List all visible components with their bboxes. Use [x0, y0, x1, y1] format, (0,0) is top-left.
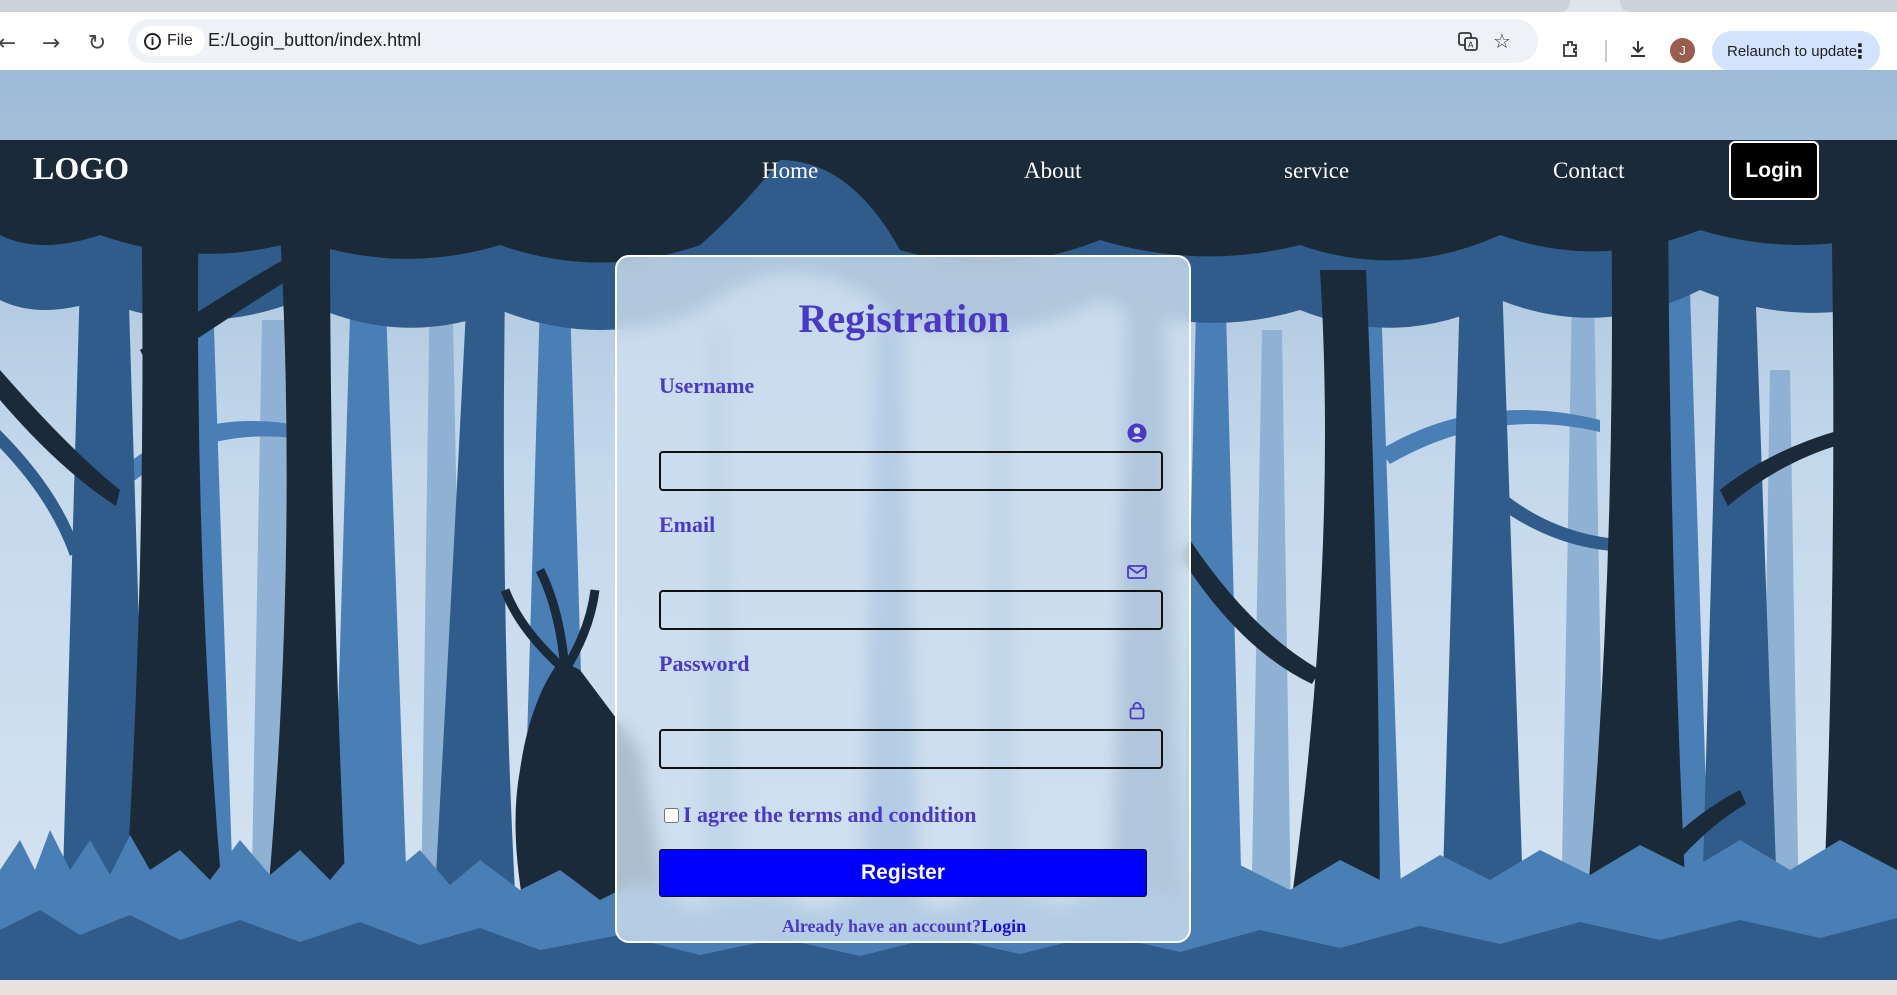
terms-label: I agree the terms and condition [683, 802, 977, 827]
url-text[interactable]: E:/Login_button/index.html [208, 30, 421, 51]
site-logo[interactable]: LOGO [33, 150, 129, 187]
terms-checkbox[interactable] [664, 807, 679, 823]
menu-kebab-icon[interactable]: ⋮ [1850, 39, 1870, 63]
browser-tabstrip [0, 0, 1897, 12]
login-prompt: Already have an account?Login [617, 916, 1189, 937]
password-input[interactable] [659, 729, 1163, 769]
envelope-icon [1127, 565, 1147, 579]
translate-icon[interactable]: A [1454, 27, 1482, 55]
active-tab[interactable] [0, 0, 1570, 12]
relaunch-button[interactable]: Relaunch to update ⋮ [1712, 31, 1880, 71]
password-label: Password [659, 651, 750, 676]
browser-bottom-edge [0, 980, 1897, 995]
svg-text:A: A [1468, 41, 1474, 50]
inactive-tab[interactable] [1620, 0, 1897, 12]
site-info-chip[interactable]: i File [136, 26, 205, 56]
bookmark-star-icon[interactable]: ☆ [1488, 27, 1516, 55]
email-label: Email [659, 512, 716, 537]
nav-about-link[interactable]: About [1024, 158, 1082, 184]
nav-home-link[interactable]: Home [762, 158, 818, 184]
form-title: Registration [798, 296, 1010, 341]
forward-icon[interactable]: → [36, 28, 66, 58]
info-icon: i [144, 32, 161, 50]
lock-icon [1129, 701, 1145, 720]
address-bar[interactable]: i File E:/Login_button/index.html A ☆ [128, 19, 1538, 63]
registration-card: Registration Username Email Password I a… [615, 255, 1191, 943]
nav-service-link[interactable]: service [1284, 158, 1349, 184]
register-button[interactable]: Register [659, 849, 1147, 897]
back-icon[interactable]: ← [0, 28, 22, 58]
already-have-account-text: Already have an account? [781, 916, 982, 936]
browser-toolbar: ← → ↻ i File E:/Login_button/index.html … [0, 12, 1897, 71]
email-input[interactable] [659, 590, 1163, 630]
username-label: Username [659, 373, 755, 398]
terms-row[interactable]: I agree the terms and condition [664, 802, 977, 828]
nav-contact-link[interactable]: Contact [1553, 158, 1625, 184]
profile-avatar[interactable]: J [1670, 38, 1695, 63]
reload-icon[interactable]: ↻ [82, 28, 112, 58]
user-circle-icon [1127, 423, 1147, 443]
download-icon[interactable] [1623, 34, 1653, 64]
site-info-label: File [167, 32, 193, 49]
login-link[interactable]: Login [981, 916, 1026, 936]
header-login-button[interactable]: Login [1729, 141, 1819, 200]
relaunch-label: Relaunch to update [1727, 42, 1858, 60]
toolbar-divider [1605, 40, 1607, 62]
username-input[interactable] [659, 451, 1163, 491]
extensions-icon[interactable] [1556, 34, 1586, 64]
